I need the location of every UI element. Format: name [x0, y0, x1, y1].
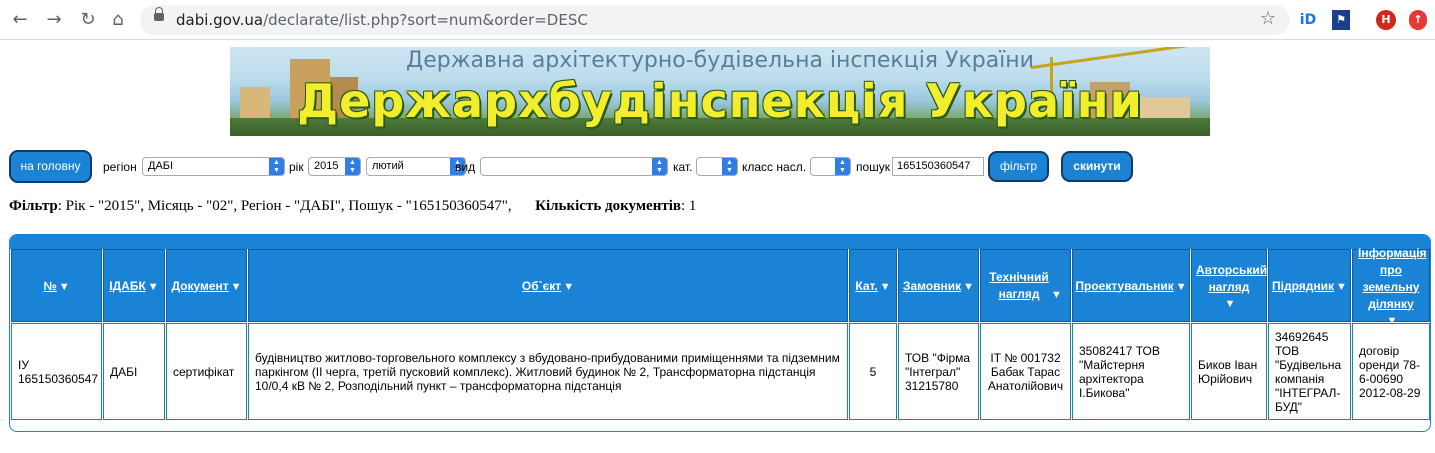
url-text[interactable]: dabi.gov.ua/declarate/list.php?sort=num&…: [176, 11, 588, 29]
url-host: dabi.gov.ua: [176, 11, 264, 29]
header-designer[interactable]: Проектувальник ▼: [1072, 249, 1190, 322]
header-document[interactable]: Документ ▼: [166, 249, 247, 322]
cell-object: будівництво житлово-торговельного компле…: [248, 323, 848, 420]
flag-extension-icon[interactable]: ⚑: [1332, 10, 1350, 30]
header-land-info-link[interactable]: Інформація про земельну ділянку: [1358, 245, 1427, 313]
header-tech-supervision[interactable]: Технічний нагляд ▼: [980, 249, 1071, 322]
cell-idabk: ДАБІ: [103, 323, 165, 420]
sort-triangle-icon: ▼: [147, 280, 159, 293]
header-object[interactable]: Об`єкт ▼: [248, 249, 848, 322]
cell-land-info: договір оренди 78-6-00690 2012-08-29: [1352, 323, 1430, 420]
address-bar[interactable]: dabi.gov.ua/declarate/list.php?sort=num&…: [140, 5, 1290, 35]
filter-summary-text: : Рік - "2015", Місяць - "02", Регіон - …: [57, 198, 512, 214]
chevron-updown-icon: ▲ ▼: [722, 158, 737, 175]
back-arrow-icon[interactable]: ←: [8, 8, 32, 32]
sort-triangle-icon: ▼: [1175, 280, 1187, 293]
header-object-link[interactable]: Об`єкт: [522, 279, 561, 293]
category-select[interactable]: ▲ ▼: [696, 157, 738, 176]
forward-arrow-icon[interactable]: →: [42, 8, 66, 32]
sort-triangle-icon: ▼: [230, 280, 242, 293]
chevron-updown-icon: ▲ ▼: [652, 158, 667, 175]
header-idabk[interactable]: ІДАБК ▼: [103, 249, 165, 322]
header-customer-link[interactable]: Замовник: [903, 279, 961, 293]
header-author-supervision[interactable]: Авторський нагляд▼: [1191, 249, 1267, 322]
sort-triangle-icon: ▼: [1336, 280, 1347, 293]
header-banner: Державна архітектурно-будівельна інспекц…: [230, 47, 1210, 136]
sort-triangle-icon: ▼: [963, 280, 975, 293]
header-designer-link[interactable]: Проектувальник: [1075, 279, 1173, 293]
search-input[interactable]: 165150360547: [892, 157, 984, 176]
chevron-updown-icon: ▲ ▼: [269, 158, 284, 175]
id-extension-icon[interactable]: iD: [1298, 10, 1318, 30]
sort-triangle-icon: ▼: [1224, 297, 1236, 310]
cell-number: ІУ 165150360547: [11, 323, 102, 420]
class-label: класс насл.: [742, 160, 807, 174]
home-icon[interactable]: ⌂: [106, 8, 130, 32]
filter-summary: Фільтр: Рік - "2015", Місяць - "02", Рег…: [9, 198, 696, 215]
chevron-updown-icon: ▲ ▼: [345, 158, 360, 175]
cell-designer: 35082417 ТОВ "Майстерня архітектора І.Би…: [1072, 323, 1190, 420]
sort-triangle-icon: ▼: [879, 280, 891, 293]
banner-title: Держархбудінспекція України: [297, 74, 1143, 128]
year-select[interactable]: 2015 ▲ ▼: [308, 157, 361, 176]
header-number[interactable]: № ▼: [11, 249, 102, 322]
header-number-link[interactable]: №: [43, 279, 56, 293]
header-author-supervision-link[interactable]: Авторський нагляд: [1196, 262, 1267, 296]
cell-category: 5: [849, 323, 897, 420]
sort-triangle-icon: ▼: [1051, 288, 1062, 301]
header-idabk-link[interactable]: ІДАБК: [109, 279, 146, 293]
header-tech-supervision-link[interactable]: Технічний нагляд: [989, 269, 1049, 303]
category-label: кат.: [673, 160, 693, 174]
bookmark-star-icon[interactable]: ☆: [1260, 8, 1276, 29]
browser-toolbar: ← → ↻ ⌂ dabi.gov.ua/declarate/list.php?s…: [0, 0, 1435, 40]
region-select-value: ДАБІ: [148, 160, 174, 172]
cell-contractor: 34692645 ТОВ "Будівельна компанія "ІНТЕГ…: [1268, 323, 1351, 420]
header-document-link[interactable]: Документ: [171, 279, 228, 293]
doc-count-value: : 1: [680, 198, 697, 214]
search-label: пошук: [856, 160, 891, 174]
chevron-updown-icon: ▲ ▼: [835, 158, 850, 175]
reset-button[interactable]: скинути: [1061, 151, 1133, 182]
header-customer[interactable]: Замовник ▼: [898, 249, 979, 322]
month-select[interactable]: лютий ▲ ▼: [366, 157, 466, 176]
region-label: регіон: [103, 160, 137, 174]
cell-customer: ТОВ "Фірма "Інтеграл" 31215780: [898, 323, 979, 420]
reload-icon[interactable]: ↻: [76, 8, 100, 32]
profile-avatar-icon[interactable]: H: [1376, 10, 1396, 30]
cell-tech-supervision: ІТ № 001732 Бабак Тарас Анатолійович: [980, 323, 1071, 420]
sort-triangle-icon: ▼: [58, 280, 70, 293]
type-select[interactable]: ▲ ▼: [480, 157, 668, 176]
lock-icon: [154, 7, 164, 21]
header-category[interactable]: Кат. ▼: [849, 249, 897, 322]
table-top-bar: [10, 235, 1430, 249]
region-select[interactable]: ДАБІ ▲ ▼: [142, 157, 285, 176]
sort-triangle-icon: ▼: [563, 280, 575, 293]
filter-button[interactable]: фільтр: [988, 151, 1049, 182]
cell-document: сертифікат: [166, 323, 247, 420]
type-label: вид: [455, 160, 476, 174]
cell-author-supervision: Биков Іван Юрійович: [1191, 323, 1267, 420]
year-label: рік: [289, 160, 304, 174]
year-select-value: 2015: [314, 160, 339, 172]
header-contractor[interactable]: Підрядник ▼: [1268, 249, 1351, 322]
class-select[interactable]: ▲ ▼: [810, 157, 851, 176]
url-path: /declarate/list.php?sort=num&order=DESC: [263, 11, 588, 29]
month-select-value: лютий: [372, 160, 404, 172]
header-category-link[interactable]: Кат.: [855, 279, 877, 293]
doc-count-label: Кількість документів: [535, 198, 681, 214]
header-contractor-link[interactable]: Підрядник: [1272, 279, 1334, 293]
home-button[interactable]: на головну: [9, 150, 92, 183]
header-land-info[interactable]: Інформація про земельну ділянку▼: [1352, 246, 1430, 327]
filter-summary-label: Фільтр: [9, 198, 58, 214]
banner-subtitle: Державна архітектурно-будівельна інспекц…: [406, 48, 1034, 73]
update-extension-icon[interactable]: ↑: [1409, 10, 1427, 30]
